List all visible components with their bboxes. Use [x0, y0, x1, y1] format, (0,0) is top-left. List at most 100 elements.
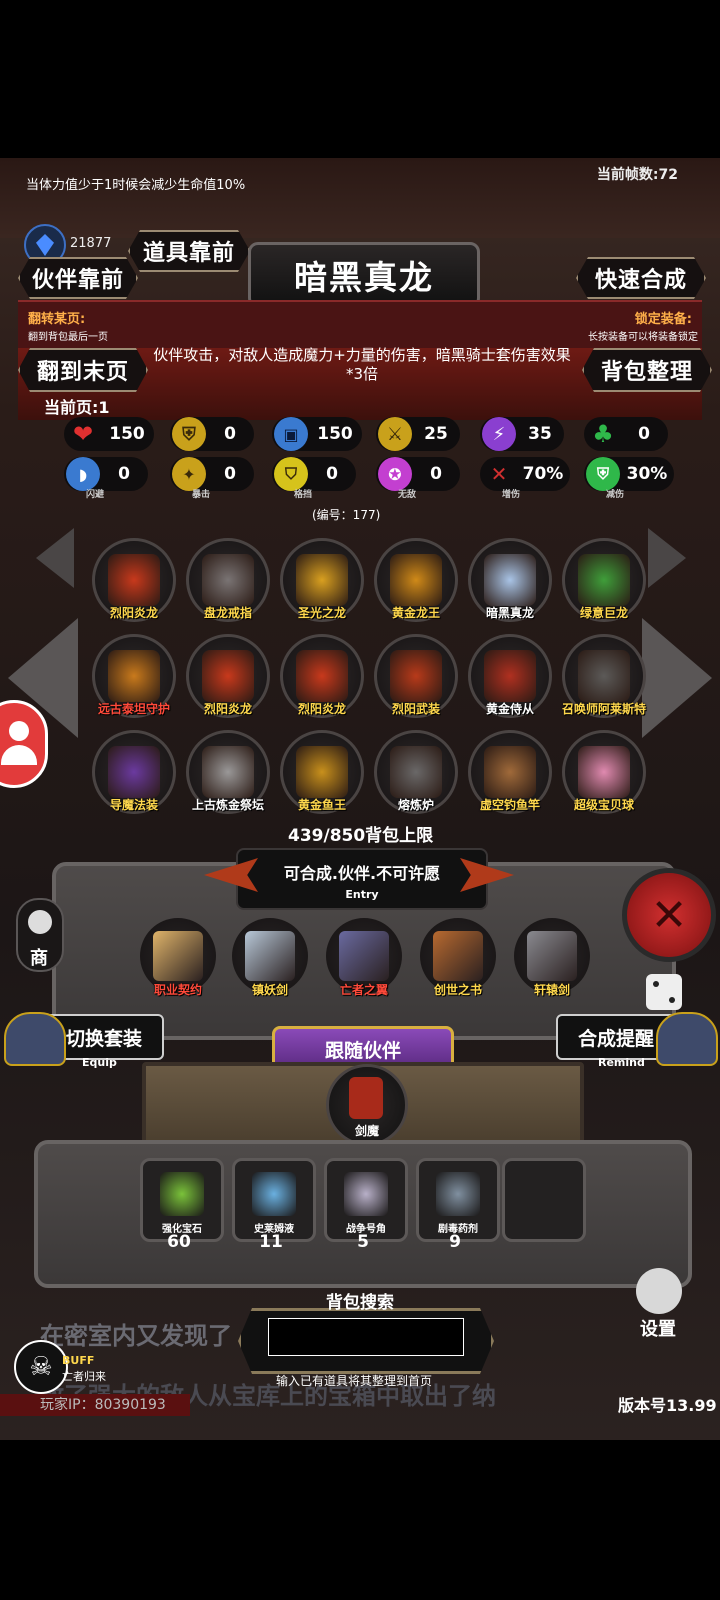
to-last-page-button[interactable]: 翻到末页: [18, 348, 148, 392]
merge-remind-sub: Remind: [598, 1056, 645, 1069]
lock-equip-desc: 长按装备可以将装备锁定: [588, 332, 698, 343]
inventory-item-label: 圣光之龙: [297, 606, 346, 620]
player-ip: 玩家IP：80390193: [40, 1397, 166, 1413]
inventory-slot[interactable]: 黄金鱼王: [280, 730, 364, 814]
item-art-icon: [202, 746, 254, 798]
hint-text: 当体力值少于1时候会减少生命值10%: [26, 178, 246, 193]
invincible-icon: ✪: [378, 457, 412, 491]
inventory-item-label: 绿意巨龙: [579, 606, 628, 620]
inventory-slot[interactable]: 暗黑真龙: [468, 538, 552, 622]
craft-item[interactable]: 轩辕剑: [514, 918, 590, 997]
consumable-count: 11: [259, 1232, 283, 1252]
item-art-icon: [578, 746, 630, 798]
inventory-slot[interactable]: 烈阳炎龙: [186, 634, 270, 718]
consumable-slot[interactable]: 剧毒药剂: [416, 1158, 500, 1242]
sword-icon: ⚔: [378, 417, 412, 451]
fps-label: 当前帧数:72: [596, 167, 678, 183]
buff-desc: 亡者归来: [62, 1370, 106, 1383]
item-art-icon: [202, 554, 254, 606]
prev-row-arrow-icon[interactable]: [36, 528, 74, 588]
entry-sub: Entry: [345, 888, 379, 901]
quick-merge-button[interactable]: 快速合成: [576, 257, 706, 299]
version-label: 版本号13.99: [618, 1396, 717, 1415]
item-art-icon: [484, 650, 536, 702]
flip-page-desc: 翻到背包最后一页: [28, 332, 108, 343]
bag-search-input[interactable]: [268, 1318, 464, 1356]
item-art-icon: [484, 554, 536, 606]
avatar[interactable]: [0, 700, 48, 788]
item-art-icon: [390, 746, 442, 798]
crit-icon: ✦: [172, 457, 206, 491]
item-art-icon: [296, 650, 348, 702]
inventory-item-label: 黄金龙王: [391, 606, 440, 620]
inventory-slot[interactable]: 烈阳炎龙: [280, 634, 364, 718]
dodge-icon: ◗: [66, 457, 100, 491]
inventory-slot[interactable]: 导魔法装: [92, 730, 176, 814]
shop-button[interactable]: 商: [16, 898, 64, 972]
clover-icon: ♣: [592, 420, 614, 448]
search-label: 背包搜索: [326, 1293, 394, 1313]
inventory-slot[interactable]: 圣光之龙: [280, 538, 364, 622]
item-art-icon: [202, 650, 254, 702]
inventory-slot[interactable]: 虚空钓鱼竿: [468, 730, 552, 814]
current-page-label: 当前页:1: [44, 398, 110, 417]
inventory-item-label: 黄金鱼王: [297, 798, 346, 812]
items-front-button[interactable]: 道具靠前: [128, 230, 250, 272]
craft-item-art-icon: [153, 931, 203, 981]
stat-luck: ♣ 0: [584, 417, 668, 451]
partner-avatar[interactable]: 剑魔: [326, 1064, 408, 1146]
close-button[interactable]: ✕: [622, 868, 716, 962]
settings-gear-icon[interactable]: [636, 1268, 682, 1314]
skull-icon[interactable]: ☠: [14, 1340, 68, 1394]
inventory-slot[interactable]: 超级宝贝球: [562, 730, 646, 814]
gem-count: 21877: [70, 236, 112, 251]
close-icon: ✕: [650, 889, 688, 941]
bag-capacity: 439/850背包上限: [288, 826, 434, 846]
item-art-icon: [390, 554, 442, 606]
item-art-icon: [108, 650, 160, 702]
info-band: [18, 300, 702, 352]
inventory-slot[interactable]: 绿意巨龙: [562, 538, 646, 622]
equip-switch-sub: Equip: [82, 1056, 117, 1069]
lock-equip-title: 锁定装备:: [634, 312, 692, 327]
next-page-arrow-icon[interactable]: [642, 618, 712, 738]
inventory-slot[interactable]: 黄金侍从: [468, 634, 552, 718]
craft-item[interactable]: 亡者之翼: [326, 918, 402, 997]
craft-item[interactable]: 创世之书: [420, 918, 496, 997]
inventory-item-label: 烈阳武装: [391, 702, 440, 716]
stat-defense: ▣ 150: [272, 417, 362, 451]
inventory-slot[interactable]: 召唤师阿莱斯特: [562, 634, 646, 718]
empty-slot[interactable]: [502, 1158, 586, 1242]
consumable-slot[interactable]: 史莱姆液: [232, 1158, 316, 1242]
inventory-slot[interactable]: 远古泰坦守护: [92, 634, 176, 718]
stat-block: ⛉ 0 格挡: [272, 457, 356, 500]
inventory-item-label: 黄金侍从: [485, 702, 534, 716]
search-hint: 输入已有道具将其整理到首页: [276, 1374, 433, 1388]
entry-title: 可合成.伙伴.不可许愿: [283, 864, 441, 883]
heart-icon: ❤: [72, 420, 94, 448]
dice-icon[interactable]: [646, 974, 682, 1010]
craft-item[interactable]: 职业契约: [140, 918, 216, 997]
consumable-slot[interactable]: 战争号角: [324, 1158, 408, 1242]
stat-attack: ⚔ 25: [376, 417, 460, 451]
inventory-item-label: 超级宝贝球: [573, 798, 634, 812]
inventory-slot[interactable]: 烈阳炎龙: [92, 538, 176, 622]
stat-magic: ⚡ 35: [480, 417, 564, 451]
craft-item[interactable]: 镇妖剑: [232, 918, 308, 997]
inventory-slot[interactable]: 上古炼金祭坛: [186, 730, 270, 814]
craft-item-label: 职业契约: [153, 983, 202, 997]
partner-front-button[interactable]: 伙伴靠前: [18, 257, 138, 299]
inventory-slot[interactable]: 盘龙戒指: [186, 538, 270, 622]
settings-label[interactable]: 设置: [640, 1315, 676, 1341]
consumable-slot[interactable]: 强化宝石: [140, 1158, 224, 1242]
next-row-arrow-icon[interactable]: [648, 528, 686, 588]
inventory-item-label: 盘龙戒指: [203, 606, 252, 620]
consumable-art-icon: [344, 1172, 388, 1216]
entry-header: 可合成.伙伴.不可许愿 Entry: [236, 848, 488, 910]
inventory-slot[interactable]: 黄金龙王: [374, 538, 458, 622]
craft-item-art-icon: [527, 931, 577, 981]
inventory-slot[interactable]: 烈阳武装: [374, 634, 458, 718]
bag-sort-button[interactable]: 背包整理: [582, 348, 712, 392]
inventory-slot[interactable]: 熔炼炉: [374, 730, 458, 814]
helmet-right-icon: [656, 1012, 718, 1066]
